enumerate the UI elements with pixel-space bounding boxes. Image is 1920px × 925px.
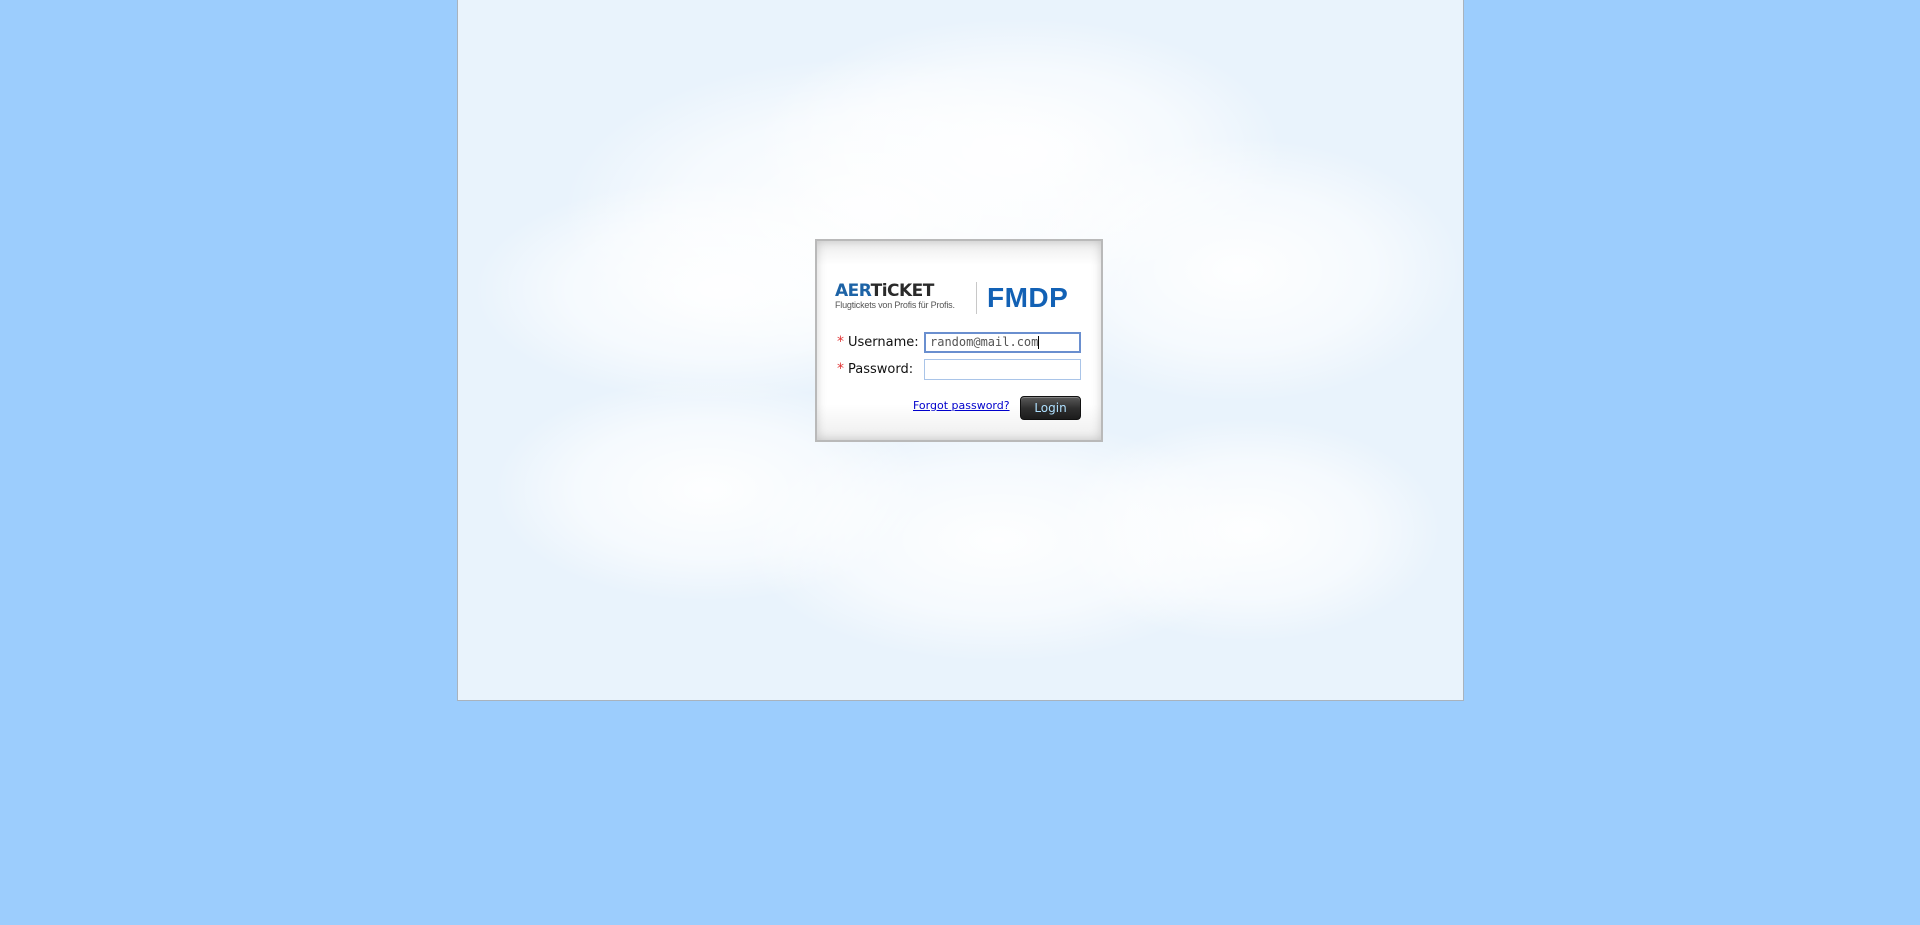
- username-row: * Username:: [837, 331, 919, 353]
- username-value: random@mail.com: [930, 335, 1039, 349]
- username-label: Username:: [848, 334, 919, 350]
- aerticket-logo: AERTiCKET Flugtickets von Profis für Pro…: [835, 282, 970, 314]
- required-marker: *: [837, 361, 844, 377]
- logo-area: AERTiCKET Flugtickets von Profis für Pro…: [835, 282, 1095, 316]
- text-caret: [1038, 336, 1040, 349]
- logo-prefix: AER: [835, 281, 871, 301]
- password-row: * Password:: [837, 358, 913, 380]
- product-title: FMDP: [987, 282, 1069, 313]
- cloud-decoration: [1058, 420, 1438, 640]
- password-label: Password:: [848, 361, 914, 377]
- login-button[interactable]: Login: [1020, 396, 1081, 420]
- logo-tagline: Flugtickets von Profis für Profis.: [835, 300, 955, 310]
- required-marker: *: [837, 334, 844, 350]
- logo-divider: [976, 282, 977, 314]
- logo-suffix: TiCKET: [870, 281, 935, 301]
- forgot-password-link[interactable]: Forgot password?: [913, 399, 1010, 412]
- username-input[interactable]: random@mail.com: [924, 332, 1081, 353]
- password-input[interactable]: [924, 359, 1081, 380]
